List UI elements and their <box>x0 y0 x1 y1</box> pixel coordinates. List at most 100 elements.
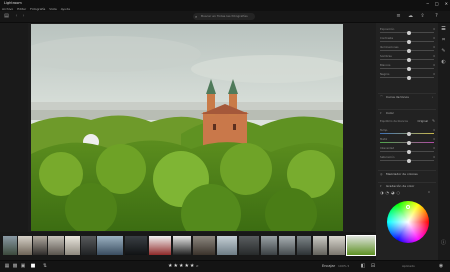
back-icon[interactable]: ‹ <box>13 13 20 20</box>
zoom-select[interactable]: 100% ▾ <box>338 262 349 270</box>
filmstrip-thumbnail[interactable] <box>33 236 47 255</box>
filmstrip-thumbnail[interactable] <box>3 236 17 255</box>
slider-shadows[interactable]: Sombras 0 <box>378 54 436 62</box>
filmstrip-thumbnail-selected[interactable] <box>346 235 376 256</box>
slider-value: 0 <box>433 72 435 76</box>
fit-button[interactable]: Encajar <box>322 262 335 270</box>
title-bar: Lightroom ─ □ ✕ <box>0 0 450 7</box>
section-curve[interactable]: ⌒ Curva de tonos › <box>378 93 436 100</box>
slider-label: Equilibrio de blancos <box>380 119 408 123</box>
filmstrip-thumbnail[interactable] <box>65 236 80 255</box>
section-title: Gradación de color <box>386 184 415 188</box>
slider-knob[interactable] <box>407 48 411 53</box>
presets-icon[interactable]: ◉ <box>438 262 444 270</box>
slider-value: 0 <box>433 63 435 67</box>
slider-temperature[interactable]: Temp. 0 <box>378 128 436 136</box>
filmstrip-thumbnail[interactable] <box>48 236 64 255</box>
slider-blacks[interactable]: Negros 0 <box>378 72 436 80</box>
filmstrip-thumbnail[interactable] <box>149 236 171 255</box>
slider-knob[interactable] <box>407 140 411 145</box>
square-grid-icon[interactable]: ▩ <box>12 262 18 270</box>
share-icon[interactable]: ⇪ <box>419 13 426 20</box>
help-icon[interactable]: ? <box>433 13 440 20</box>
filmstrip-thumbnail[interactable] <box>313 236 327 255</box>
filmstrip-thumbnail[interactable] <box>18 236 32 255</box>
forward-icon[interactable]: › <box>20 13 27 20</box>
slider-knob[interactable] <box>407 131 411 136</box>
lightroom-window: Lightroom ─ □ ✕ Archivo Editar Fotografí… <box>0 0 450 272</box>
close-button[interactable]: ✕ <box>445 0 448 7</box>
healing-icon[interactable]: ✎ <box>440 48 447 55</box>
left-panel <box>0 23 28 232</box>
slider-value: 0 <box>433 45 435 49</box>
slider-saturation[interactable]: Saturación 0 <box>378 155 436 163</box>
slider-knob[interactable] <box>407 66 411 71</box>
slider-tint[interactable]: Matiz 0 <box>378 137 436 145</box>
mixer-icon: ◍ <box>380 172 383 176</box>
slider-value: 0 <box>433 27 435 31</box>
slider-knob[interactable] <box>407 30 411 35</box>
chevron-down-icon: ▾ <box>380 111 382 115</box>
single-view-icon[interactable]: ■ <box>30 262 36 270</box>
cloud-icon[interactable]: ☁ <box>407 13 414 20</box>
filmstrip-thumbnail[interactable] <box>261 236 277 255</box>
search-input[interactable]: ⌕ Buscar en Todas las fotografías <box>193 13 255 20</box>
section-color-mixer[interactable]: ◍ Mezclador de colores <box>378 170 436 177</box>
white-balance-select[interactable]: Equilibrio de blancos Original ✎ <box>378 119 436 126</box>
filmstrip-thumbnail[interactable] <box>193 236 215 255</box>
edit-icon[interactable]: ☰ <box>440 26 447 33</box>
slider-value: 0 <box>433 128 435 132</box>
chevron-down-icon: ▾ <box>380 184 382 188</box>
slider-knob[interactable] <box>407 75 411 80</box>
slider-contrast[interactable]: Contraste 0 <box>378 36 436 44</box>
slider-knob[interactable] <box>407 149 411 154</box>
color-wheel-handle[interactable] <box>406 205 410 209</box>
filmstrip-thumbnail[interactable] <box>97 236 123 255</box>
grading-value: 0 <box>428 190 430 194</box>
compare-icon[interactable]: ◧ <box>360 262 366 270</box>
crop-icon[interactable]: ⌗ <box>440 37 447 44</box>
slider-value: 0 <box>433 137 435 141</box>
sidebar-toggle-icon[interactable]: ▤ <box>3 13 10 20</box>
filmstrip-thumbnail[interactable] <box>329 236 345 255</box>
slider-label: Exposición <box>380 27 395 31</box>
minimize-button[interactable]: ─ <box>426 0 428 7</box>
detail-view-icon[interactable]: ▣ <box>20 262 26 270</box>
main-photo[interactable] <box>31 24 343 231</box>
slider-knob[interactable] <box>407 158 411 163</box>
filmstrip-thumbnail[interactable] <box>81 236 96 255</box>
maximize-button[interactable]: □ <box>435 0 439 7</box>
filmstrip-thumbnail[interactable] <box>173 236 191 255</box>
info-icon[interactable]: ⓘ <box>440 240 447 247</box>
section-color[interactable]: ▾ Color <box>378 109 436 116</box>
photo-image <box>31 24 343 231</box>
filmstrip-thumbnail[interactable] <box>279 236 295 255</box>
eyedropper-icon[interactable]: ✎ <box>432 119 435 123</box>
filter-icon[interactable]: ≡ <box>395 13 402 20</box>
filmstrip-thumbnail[interactable] <box>297 236 311 255</box>
search-placeholder: Buscar en Todas las fotografías <box>201 14 248 18</box>
split-view-icon[interactable]: ⊟ <box>370 262 376 270</box>
grid-view-icon[interactable]: ▦ <box>4 262 10 270</box>
slider-whites[interactable]: Blancos 0 <box>378 63 436 71</box>
filmstrip-thumbnail[interactable] <box>239 236 259 255</box>
section-color-grading[interactable]: ▾ Gradación de color <box>378 182 436 189</box>
star-rating[interactable]: ★★★★★ <box>168 262 195 270</box>
slider-knob[interactable] <box>407 39 411 44</box>
section-title: Mezclador de colores <box>386 172 418 176</box>
slider-highlights[interactable]: Iluminaciones 0 <box>378 45 436 53</box>
slider-exposure[interactable]: Exposición 0 <box>378 27 436 35</box>
presets-label[interactable]: Aplicado <box>402 262 415 270</box>
mask-icon[interactable]: ◐ <box>440 59 447 66</box>
white-balance-value: Original <box>417 119 428 123</box>
slider-knob[interactable] <box>407 57 411 62</box>
slider-label: Intensidad <box>380 146 395 150</box>
rating-clear[interactable]: Ø <box>196 262 198 270</box>
filmstrip-thumbnail[interactable] <box>125 236 147 255</box>
filmstrip-thumbnail[interactable] <box>217 236 237 255</box>
slider-vibrance[interactable]: Intensidad 0 <box>378 146 436 154</box>
app-title: Lightroom <box>4 1 22 5</box>
slider-label: Iluminaciones <box>380 45 399 49</box>
grading-mode-icons[interactable]: ◑◔◕○ <box>380 190 402 195</box>
sort-icon[interactable]: ⇅ <box>42 262 48 270</box>
